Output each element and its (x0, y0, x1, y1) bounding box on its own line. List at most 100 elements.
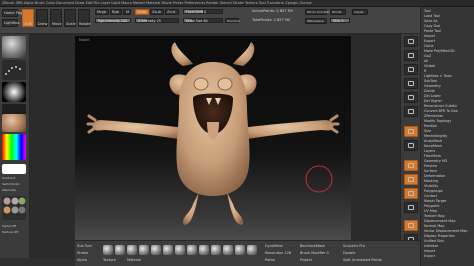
m-button[interactable]: M (123, 9, 131, 15)
tool-menu-item[interactable]: Geometry HD (424, 159, 473, 163)
stroke-label[interactable]: Stroke (77, 251, 88, 255)
dynamic-button[interactable]: Dynamic (225, 18, 240, 23)
zremesher-button[interactable]: ZRemesher (305, 18, 327, 24)
tool-menu-item[interactable]: Divide (424, 89, 473, 93)
tool-menu-item[interactable]: Import (424, 249, 473, 253)
tool-menu-item[interactable]: Export (424, 254, 473, 258)
mirror-weld-button[interactable]: Mirror And Weld (305, 9, 331, 15)
brush-swatch[interactable] (247, 245, 257, 255)
move-view-button[interactable] (404, 174, 418, 185)
tool-menu-item[interactable]: Del Higher (424, 99, 473, 103)
material-swatch[interactable] (18, 197, 26, 205)
tool-menu-item[interactable]: GoZ (424, 54, 473, 58)
rgb-button[interactable]: Rgb (110, 9, 122, 15)
z-intensity-slider[interactable]: Z Intensity 25 (135, 18, 179, 23)
zoom-button[interactable] (404, 64, 418, 75)
local-button[interactable] (404, 140, 418, 151)
gradient-label[interactable]: Gradient (2, 176, 15, 180)
persp-button[interactable] (404, 106, 418, 117)
scale-button[interactable]: Scale (64, 9, 76, 27)
tool-menu-item[interactable]: SubTool (424, 79, 473, 83)
material-swatch[interactable] (11, 197, 19, 205)
edit-button[interactable]: Edit (22, 9, 34, 27)
material-swatch[interactable] (18, 206, 26, 214)
brush-swatch[interactable] (103, 245, 113, 255)
brush-swatch[interactable] (151, 245, 161, 255)
tool-menu-item[interactable]: FiberMesh (424, 154, 473, 158)
floor-button[interactable] (404, 126, 418, 137)
tool-menu-item[interactable]: Visible (424, 64, 473, 68)
spix-button[interactable] (404, 50, 418, 61)
backface-mask-label[interactable]: BackfaceMask (300, 244, 325, 248)
material-swatch[interactable] (3, 197, 11, 205)
dynamesh-label[interactable]: DynaMesh (265, 244, 283, 248)
tool-menu-item[interactable]: Reconstruct Subdiv (424, 104, 473, 108)
material-label[interactable]: Material (127, 258, 141, 262)
brush-swatch[interactable] (211, 245, 221, 255)
brush-swatch[interactable] (235, 245, 245, 255)
zcut-button[interactable]: Zcut (165, 9, 179, 15)
alpha-label[interactable]: Alpha (77, 258, 87, 262)
tool-menu-item[interactable]: Del Lower (424, 94, 473, 98)
tool-menu-item[interactable]: Surface (424, 169, 473, 173)
tool-menu-item[interactable]: Modify Topology (424, 119, 473, 123)
tool-menu-item[interactable]: Export (424, 39, 473, 43)
tool-menu-item[interactable]: Preview (424, 164, 473, 168)
tool-menu-item[interactable]: ZRemesher (424, 114, 473, 118)
tool-menu-item[interactable]: Initialize (424, 244, 473, 248)
draw-button[interactable]: Draw (36, 9, 48, 27)
tool-menu-item[interactable]: Tool (424, 9, 473, 13)
tool-menu-item[interactable]: Paste Tool (424, 29, 473, 33)
brush-swatch[interactable] (187, 245, 197, 255)
brush-icon[interactable] (2, 36, 26, 58)
tool-menu-item[interactable]: Convert BPR To Geo (424, 109, 473, 113)
tool-menu-item[interactable]: Deformation (424, 174, 473, 178)
brush-swatch[interactable] (199, 245, 209, 255)
tool-menu-item[interactable]: Load Tool (424, 14, 473, 18)
bpr-button[interactable] (404, 36, 418, 47)
tool-menu-item[interactable]: All (424, 59, 473, 63)
resolution-label[interactable]: Resolution 128 (265, 251, 291, 255)
rotate-view-button[interactable] (404, 202, 418, 213)
tool-menu-item[interactable]: Polypaint (424, 204, 473, 208)
sculptris-pro-label[interactable]: Sculptris Pro (343, 244, 365, 248)
zsub-button[interactable]: Zsub (150, 9, 164, 15)
tool-menu-item[interactable]: Size (424, 129, 473, 133)
tool-menu-item[interactable]: Vector Displacement Map (424, 229, 473, 233)
focal-shift-slider[interactable]: Focal Shift 0 (183, 9, 223, 14)
viewport-canvas[interactable]: Model (75, 36, 351, 244)
tool-menu-item[interactable]: Normal Map (424, 224, 473, 228)
tool-menu-item[interactable]: Morph Target (424, 199, 473, 203)
tool-menu-item[interactable]: Import (424, 34, 473, 38)
adjust-button[interactable]: Adjust (352, 9, 368, 15)
tool-menu-item[interactable]: Save As (424, 19, 473, 23)
tool-menu-item[interactable]: Visibility (424, 184, 473, 188)
brush-swatch[interactable] (223, 245, 233, 255)
texture-off-label[interactable]: Texture Off (2, 230, 18, 234)
tool-menu-item[interactable]: UV Map (424, 209, 473, 213)
frame-button[interactable] (404, 160, 418, 171)
brush-swatch[interactable] (115, 245, 125, 255)
aahalf-button[interactable] (404, 92, 418, 103)
switch-color-label[interactable]: SwitchColor (2, 182, 20, 186)
actual-button[interactable] (404, 78, 418, 89)
texture-label[interactable]: Texture (103, 258, 116, 262)
menu-items[interactable]: ZBrush 4R8 Alpha Brush Color Document Dr… (2, 1, 312, 5)
material-swatch[interactable] (11, 206, 19, 214)
tool-menu-item[interactable]: Geometry (424, 84, 473, 88)
tool-menu-item[interactable]: Display Properties (424, 234, 473, 238)
tool-menu-item[interactable]: Make PolyMesh3D (424, 49, 473, 53)
polyf-button[interactable] (404, 220, 418, 231)
move-button[interactable]: Move (50, 9, 62, 27)
tool-menu-item[interactable]: Contact (424, 194, 473, 198)
subtool-label[interactable]: Sub Tool (77, 244, 92, 248)
scale-view-button[interactable] (404, 188, 418, 199)
lightbox-button[interactable]: LightBox (2, 19, 20, 27)
rotate-button[interactable]: Rotate (78, 9, 91, 27)
tool-menu-item[interactable]: Displacement Map (424, 219, 473, 223)
polish-label[interactable]: Polish (265, 258, 275, 262)
tool-menu-item[interactable]: Copy Tool (424, 24, 473, 28)
tool-menu-item[interactable]: R (424, 69, 473, 73)
tool-menu-item[interactable]: Unified Skin (424, 239, 473, 243)
tool-menu-item[interactable]: Position (424, 124, 473, 128)
